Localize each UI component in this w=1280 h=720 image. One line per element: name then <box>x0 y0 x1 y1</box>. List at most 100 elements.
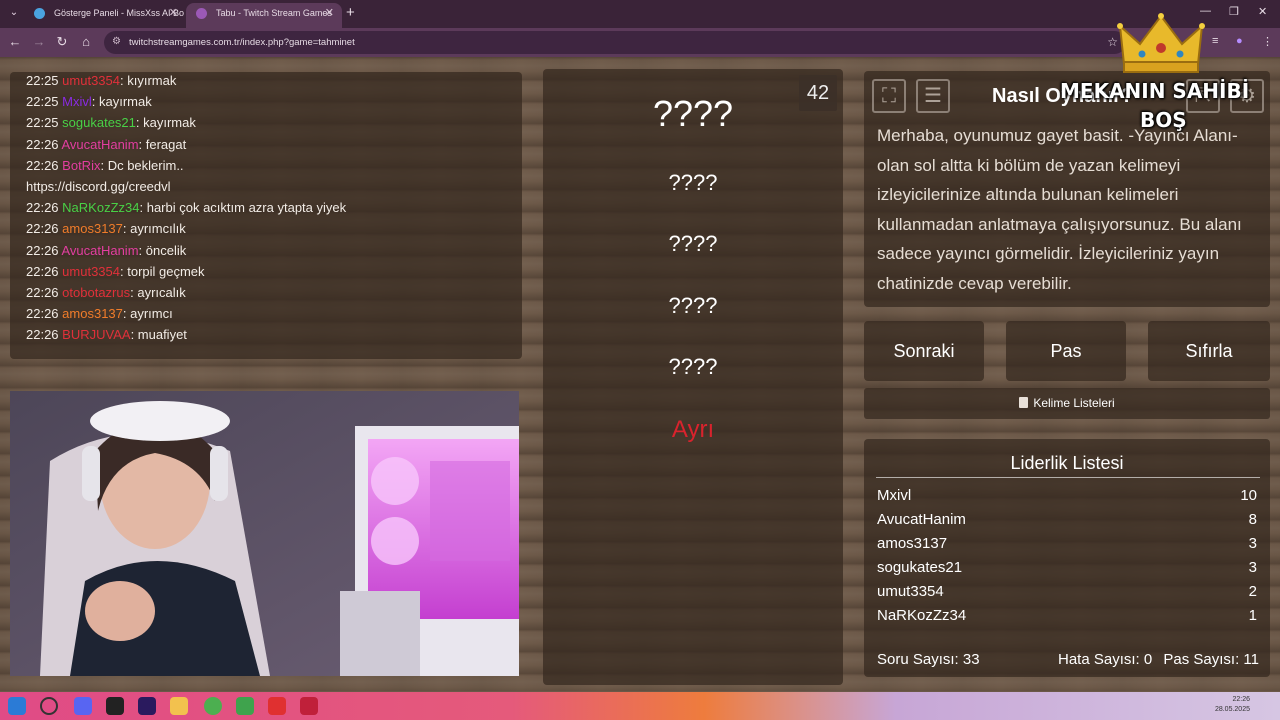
tab-search-icon[interactable]: ⌄ <box>6 5 22 21</box>
chat-username[interactable]: otobotazrus <box>62 285 130 300</box>
chat-username[interactable]: AvucatHanim <box>61 137 138 152</box>
chat-timestamp: 22:26 <box>26 157 59 173</box>
tab-dashboard[interactable]: Gösterge Paneli - MissXss AI Bo ✕ <box>24 3 186 28</box>
player-score: 3 <box>1248 559 1257 576</box>
valorant-icon[interactable] <box>300 697 318 715</box>
address-bar[interactable]: ⚙ twitchstreamgames.com.tr/index.php?gam… <box>104 31 1126 54</box>
chat-panel: 22:25 umut3354: kıyırmak 22:25 Mxivl: kay… <box>10 72 522 359</box>
chat-text: : torpil geçmek <box>120 263 205 279</box>
site-info-icon[interactable]: ⚙ <box>112 36 121 47</box>
premiere-icon[interactable] <box>138 697 156 715</box>
chat-username[interactable]: Mxivl <box>62 94 92 109</box>
chat-timestamp: 22:25 <box>26 94 59 110</box>
chat-message: 22:26 amos3137: ayrımcı <box>26 303 516 324</box>
error-count: Hata Sayısı: 0 <box>1058 651 1153 668</box>
maximize-icon[interactable]: ❐ <box>1229 5 1239 18</box>
leaderboard-row: Mxivl 10 <box>877 484 1257 508</box>
new-tab-icon[interactable]: + <box>346 4 355 21</box>
chat-username[interactable]: amos3137 <box>62 306 123 321</box>
tab-favicon-icon <box>34 8 45 19</box>
player-score: 2 <box>1248 583 1257 600</box>
player-score: 3 <box>1248 535 1257 552</box>
chat-username[interactable]: NaRKozZz34 <box>62 200 139 215</box>
chat-message: 22:26 amos3137: ayrımcılık <box>26 218 516 239</box>
chat-timestamp: 22:26 <box>26 242 59 258</box>
leaderboard-list[interactable]: Mxivl 10 AvucatHanim 8 amos3137 3 sogukates21 3… <box>877 484 1257 632</box>
tab-tabu[interactable]: Tabu - Twitch Stream Games ✕ <box>186 3 342 28</box>
chrome-icon[interactable] <box>204 697 222 715</box>
minecraft-icon[interactable] <box>236 697 254 715</box>
menu-icon[interactable]: ⋮ <box>1262 35 1273 48</box>
chat-list: 22:25 umut3354: kıyırmak 22:25 Mxivl: kay… <box>26 72 516 346</box>
chat-username[interactable]: umut3354 <box>62 73 120 88</box>
player-name: amos3137 <box>877 535 948 552</box>
chat-text: : kıyırmak <box>120 73 177 88</box>
clipboard-icon <box>1019 397 1029 408</box>
start-icon[interactable] <box>8 697 26 715</box>
search-icon[interactable] <box>40 697 58 715</box>
app-icon[interactable] <box>268 697 286 715</box>
player-score: 1 <box>1249 628 1257 632</box>
chat-timestamp: 22:26 <box>26 200 59 216</box>
how-to-play-text: Merhaba, oyunumuz gayet basit. -Yayıncı … <box>877 126 1242 293</box>
folder-icon[interactable] <box>170 697 188 715</box>
forbidden-word: ???? <box>668 354 718 379</box>
clock-time: 22:26 <box>1232 696 1250 703</box>
chat-username[interactable]: BURJUVAA <box>62 327 130 342</box>
obs-icon[interactable] <box>106 697 124 715</box>
chat-text: : feragat <box>138 136 187 152</box>
divider <box>876 477 1260 478</box>
question-count: Soru Sayısı: 33 <box>877 651 980 668</box>
reset-button[interactable]: Sıfırla <box>1148 321 1270 381</box>
profile-icon[interactable]: ● <box>1236 35 1243 47</box>
owner-overlay-title: MEKANIN SAHİBİ <box>1060 79 1250 103</box>
back-icon[interactable]: ← <box>6 34 24 49</box>
chat-message: 22:26 AvucatHanim: feragat <box>26 134 516 155</box>
player-name: Mxivl <box>877 487 912 504</box>
forbidden-word: ???? <box>668 170 718 195</box>
chat-text: : ayrımcı <box>122 306 173 322</box>
player-name: NaRKozZz34 <box>877 607 967 624</box>
document-icon[interactable]: ☰ <box>916 79 950 113</box>
leaderboard-panel: Liderlik Listesi Mxivl 10 AvucatHanim 8 amos… <box>864 439 1270 677</box>
chat-message: 22:26 NaRKozZz34: harbi çok acıktım azra… <box>26 197 516 218</box>
chat-timestamp: 22:25 <box>26 115 59 131</box>
browser-tab-bar: ⌄ Gösterge Paneli - MissXss AI Bo ✕ Tabu… <box>0 0 1280 28</box>
owner-overlay-status: BOŞ <box>1140 108 1187 132</box>
player-score: 10 <box>1240 487 1257 504</box>
tab-close-icon[interactable]: ✕ <box>169 3 178 24</box>
leaderboard-row: NaRKozZz34 1 <box>877 604 1257 628</box>
chat-timestamp: 22:26 <box>26 306 59 322</box>
pass-count: Pas Sayısı: 11 <box>1163 651 1259 668</box>
chat-timestamp: 22:26 <box>26 263 59 279</box>
chat-username[interactable]: AvucatHanim <box>61 243 138 258</box>
clock-date: 28.05.2025 <box>1214 706 1250 713</box>
close-window-icon[interactable]: ✕ <box>1258 5 1267 18</box>
word-card-panel: 42 ???? ???? ???? ???? ???? Ayrı <box>543 69 843 685</box>
chat-message: 22:26 BURJUVAA: muafiyet <box>26 324 516 345</box>
word-lists-button[interactable]: Kelime Listeleri <box>864 388 1270 419</box>
leaderboard-row: valccy 1 <box>877 628 1257 632</box>
tab-close-icon[interactable]: ✕ <box>325 3 334 24</box>
system-clock[interactable]: 22:26 28.05.2025 <box>1215 695 1250 715</box>
next-button[interactable]: Sonraki <box>864 321 984 381</box>
player-name: AvucatHanim <box>877 511 966 528</box>
chat-username[interactable]: sogukates21 <box>62 115 136 130</box>
home-icon[interactable]: ⌂ <box>77 34 95 49</box>
player-name: umut3354 <box>877 583 944 600</box>
reload-icon[interactable]: ↻ <box>53 34 71 50</box>
leaderboard-row: sogukates21 3 <box>877 556 1257 580</box>
discord-icon[interactable] <box>74 697 92 715</box>
chat-username[interactable]: umut3354 <box>62 264 120 279</box>
chat-username[interactable]: BotRix <box>62 158 100 173</box>
chat-text: : muafiyet <box>130 327 187 343</box>
tab-favicon-icon <box>196 8 207 19</box>
chat-username[interactable]: amos3137 <box>62 221 123 236</box>
leaderboard-row: AvucatHanim 8 <box>877 508 1257 532</box>
chat-message: 22:25 sogukates21: kayırmak <box>26 112 516 133</box>
pass-button[interactable]: Pas <box>1006 321 1126 381</box>
forward-icon[interactable]: → <box>30 34 48 49</box>
leaderboard-row: amos3137 3 <box>877 532 1257 556</box>
fullscreen-icon[interactable]: ⛶ <box>872 79 906 113</box>
media-icon[interactable]: ≡ <box>1212 35 1218 47</box>
